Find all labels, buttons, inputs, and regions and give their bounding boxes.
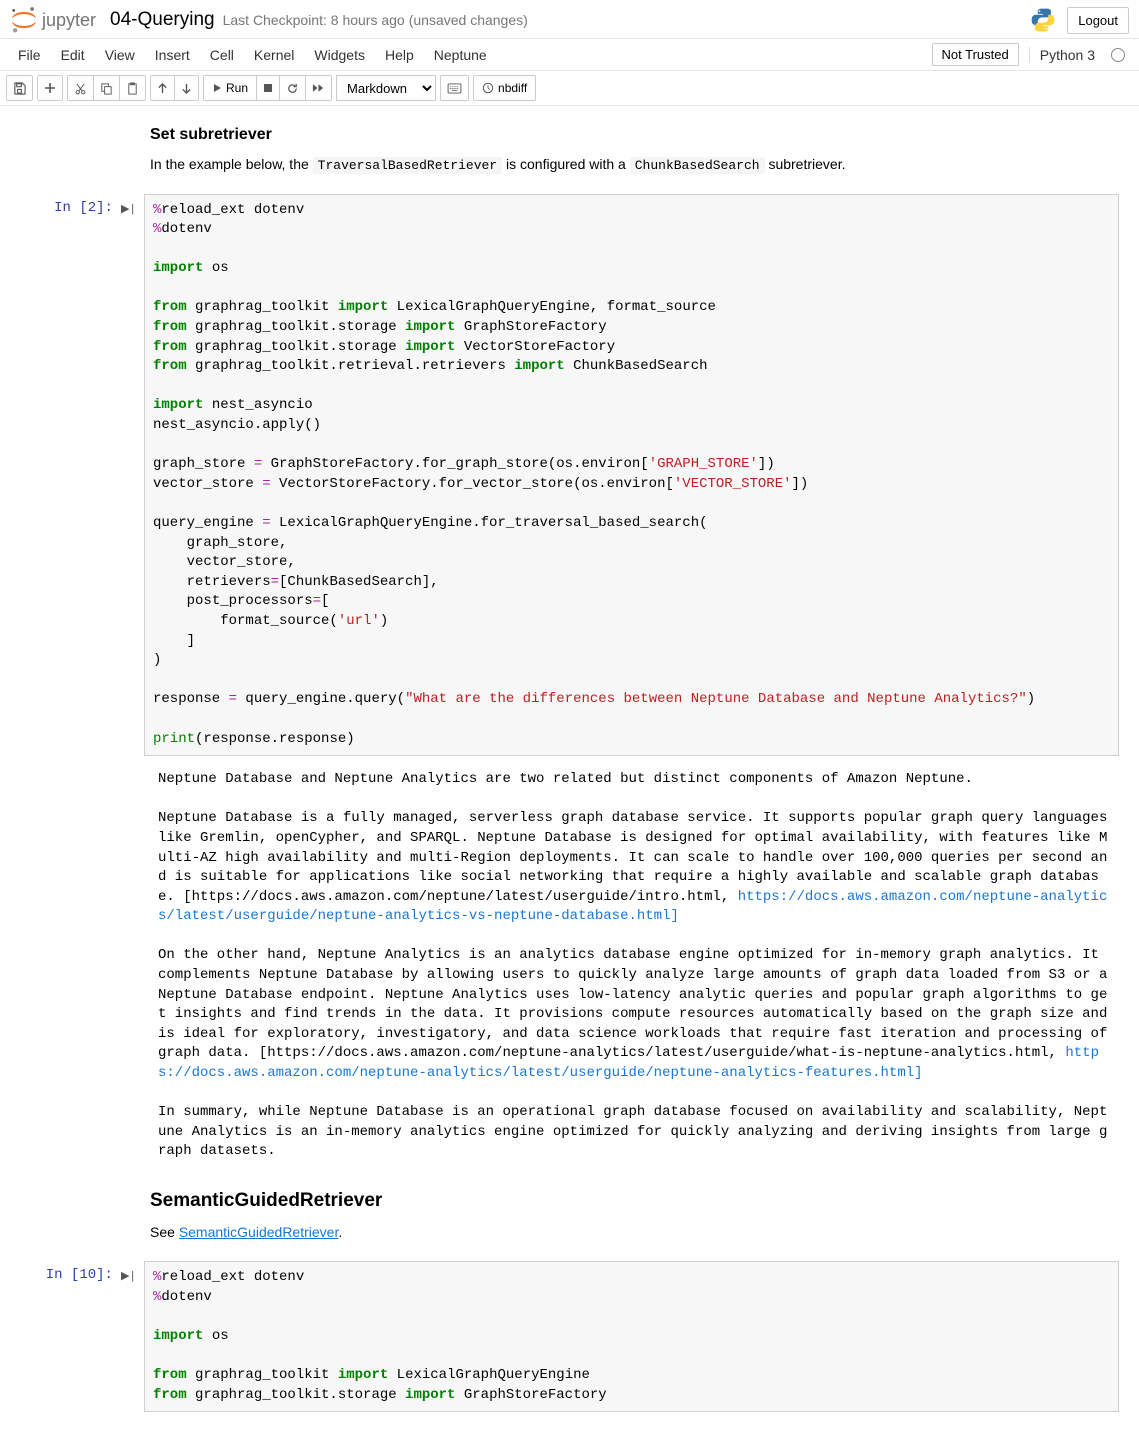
menu-cell[interactable]: Cell: [200, 41, 244, 69]
fast-forward-icon: [312, 83, 325, 93]
trust-button[interactable]: Not Trusted: [932, 43, 1019, 66]
restart-button[interactable]: [279, 75, 306, 101]
paste-button[interactable]: [119, 75, 146, 101]
menu-widgets[interactable]: Widgets: [304, 41, 375, 69]
kernel-status-icon[interactable]: [1111, 48, 1125, 62]
notebook-title[interactable]: 04-Querying: [110, 9, 215, 31]
markdown-cell[interactable]: Set subretriever In the example below, t…: [150, 126, 1119, 176]
keyboard-icon: [447, 83, 462, 94]
heading-set-subretriever: Set subretriever: [150, 126, 1119, 144]
notebook-header: jupyter 04-Querying Last Checkpoint: 8 h…: [0, 0, 1139, 39]
menu-bar: File Edit View Insert Cell Kernel Widget…: [0, 39, 1139, 71]
save-button[interactable]: [6, 75, 33, 101]
heading-semanticguidedretriever: SemanticGuidedRetriever: [150, 1190, 1119, 1212]
save-icon: [13, 82, 26, 95]
menu-file[interactable]: File: [8, 41, 51, 69]
run-cell-icon[interactable]: ▶|: [121, 202, 136, 216]
checkpoint-text: Last Checkpoint: 8 hours ago: [223, 12, 405, 28]
paragraph: In the example below, the TraversalBased…: [150, 154, 1119, 176]
jupyter-logo[interactable]: jupyter: [10, 6, 110, 34]
play-icon: [212, 83, 222, 93]
logout-button[interactable]: Logout: [1067, 7, 1129, 34]
run-button[interactable]: Run: [203, 75, 257, 101]
nbdiff-button[interactable]: nbdiff: [473, 75, 536, 101]
menu-insert[interactable]: Insert: [145, 41, 200, 69]
code-input[interactable]: %reload_ext dotenv %dotenv import os fro…: [144, 194, 1119, 757]
arrow-up-icon: [157, 82, 168, 95]
restart-run-all-button[interactable]: [305, 75, 332, 101]
diff-icon: [482, 82, 494, 94]
stop-icon: [263, 83, 273, 93]
toolbar: Run Markdown nbdiff: [0, 71, 1139, 106]
paragraph: See SemanticGuidedRetriever.: [150, 1222, 1119, 1243]
move-up-button[interactable]: [150, 75, 175, 101]
paste-icon: [126, 82, 139, 95]
scissors-icon: [74, 82, 87, 95]
arrow-down-icon: [181, 82, 192, 95]
unsaved-text: (unsaved changes): [409, 12, 528, 28]
cell-output: Neptune Database and Neptune Analytics a…: [150, 764, 1119, 1162]
input-prompt: In [2]: ▶|: [14, 194, 144, 757]
run-label: Run: [226, 81, 248, 95]
cell-type-select[interactable]: Markdown: [336, 75, 436, 101]
nbdiff-label: nbdiff: [498, 81, 527, 95]
copy-icon: [100, 82, 113, 95]
run-cell-icon[interactable]: ▶|: [121, 1269, 136, 1283]
copy-button[interactable]: [93, 75, 120, 101]
jupyter-brand-text: jupyter: [42, 10, 96, 31]
menu-help[interactable]: Help: [375, 41, 424, 69]
menu-view[interactable]: View: [95, 41, 145, 69]
move-down-button[interactable]: [174, 75, 199, 101]
add-cell-button[interactable]: [37, 75, 63, 101]
code-input[interactable]: %reload_ext dotenv %dotenv import os fro…: [144, 1261, 1119, 1412]
code-cell: In [10]: ▶| %reload_ext dotenv %dotenv i…: [8, 1261, 1131, 1412]
interrupt-button[interactable]: [256, 75, 280, 101]
python-icon: [1029, 6, 1057, 34]
code-cell: In [2]: ▶| %reload_ext dotenv %dotenv im…: [8, 194, 1131, 757]
cut-button[interactable]: [67, 75, 94, 101]
menu-neptune[interactable]: Neptune: [424, 41, 497, 69]
restart-icon: [286, 82, 299, 95]
menu-kernel[interactable]: Kernel: [244, 41, 304, 69]
inline-code: TraversalBasedRetriever: [313, 157, 502, 174]
notebook-body: Set subretriever In the example below, t…: [0, 106, 1139, 1440]
plus-icon: [44, 82, 56, 94]
jupyter-icon: [10, 6, 38, 34]
semanticguidedretriever-link[interactable]: SemanticGuidedRetriever: [179, 1224, 339, 1240]
kernel-name[interactable]: Python 3: [1029, 47, 1101, 63]
input-prompt: In [10]: ▶|: [14, 1261, 144, 1412]
inline-code: ChunkBasedSearch: [630, 157, 765, 174]
menu-edit[interactable]: Edit: [51, 41, 95, 69]
markdown-cell[interactable]: SemanticGuidedRetriever See SemanticGuid…: [150, 1190, 1119, 1243]
command-palette-button[interactable]: [440, 75, 469, 101]
